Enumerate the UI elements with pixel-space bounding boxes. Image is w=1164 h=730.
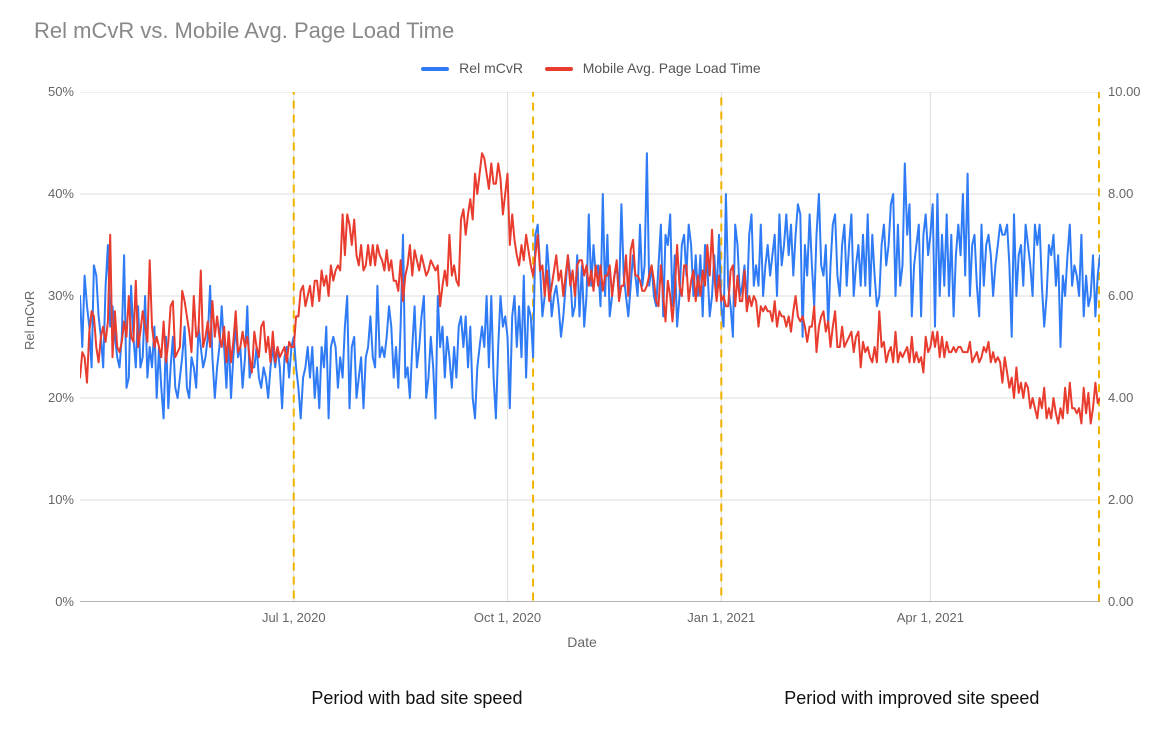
- legend-label-0: Rel mCvR: [459, 60, 523, 76]
- y2-tick: 10.00: [1108, 84, 1141, 99]
- legend: Rel mCvR Mobile Avg. Page Load Time: [0, 60, 1164, 76]
- x-tick: Jul 1, 2020: [262, 610, 326, 625]
- region-annotation: Period with improved site speed: [784, 688, 1039, 709]
- chart-title: Rel mCvR vs. Mobile Avg. Page Load Time: [34, 18, 454, 44]
- legend-label-1: Mobile Avg. Page Load Time: [583, 60, 761, 76]
- y-tick: 20%: [24, 390, 74, 405]
- y-tick: 0%: [24, 594, 74, 609]
- y-tick: 10%: [24, 492, 74, 507]
- y2-tick: 6.00: [1108, 288, 1133, 303]
- y-tick: 40%: [24, 186, 74, 201]
- y-tick: 50%: [24, 84, 74, 99]
- legend-swatch-1: [545, 67, 573, 71]
- x-axis-label: Date: [0, 634, 1164, 650]
- y2-tick: 4.00: [1108, 390, 1133, 405]
- y2-tick: 0.00: [1108, 594, 1133, 609]
- y2-tick: 8.00: [1108, 186, 1133, 201]
- legend-swatch-0: [421, 67, 449, 71]
- chart-plot: [80, 92, 1100, 602]
- y2-tick: 2.00: [1108, 492, 1133, 507]
- region-annotation: Period with bad site speed: [311, 688, 522, 709]
- x-tick: Jan 1, 2021: [687, 610, 755, 625]
- x-tick: Apr 1, 2021: [897, 610, 964, 625]
- x-tick: Oct 1, 2020: [474, 610, 541, 625]
- y-tick: 30%: [24, 288, 74, 303]
